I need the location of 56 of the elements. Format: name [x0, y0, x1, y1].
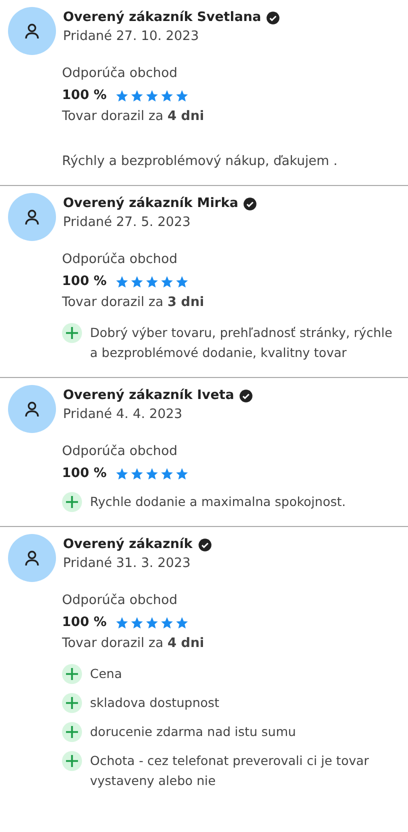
delivery-time: Tovar dorazil za 3 dni — [62, 294, 206, 312]
star-icon — [160, 616, 174, 630]
rating-percent: 100 % — [62, 615, 107, 630]
star-icon — [144, 274, 159, 288]
star-icon — [160, 274, 174, 288]
star-icon — [130, 274, 144, 288]
star-icon — [114, 616, 129, 630]
plus-icon — [62, 693, 82, 713]
rating-percent: 100 % — [62, 88, 107, 103]
star-icon — [130, 88, 144, 102]
review-date: Pridané 27. 5. 2023 — [63, 215, 192, 230]
star-icon — [114, 88, 129, 102]
star-icon — [114, 466, 129, 480]
plus-icon — [62, 751, 82, 771]
review-comment: Rýchly a bezproblémový nákup, ďakujem . — [62, 153, 338, 171]
pro-point: Cena — [90, 665, 122, 683]
star-icon — [174, 466, 189, 480]
star-icon — [174, 616, 189, 630]
star-icon — [144, 88, 159, 102]
review-date: Pridané 4. 4. 2023 — [63, 407, 184, 422]
recommend-label: Odporúča obchod — [62, 65, 178, 83]
plus-icon — [62, 664, 82, 684]
reviewer-name: Overený zákazník Iveta — [63, 388, 234, 403]
plus-icon — [62, 492, 82, 512]
user-icon — [23, 400, 41, 418]
star-icon — [144, 466, 159, 480]
user-icon — [23, 22, 41, 40]
plus-icon — [62, 323, 82, 343]
delivery-time: Tovar dorazil za 4 dni — [62, 108, 206, 126]
star-icon — [144, 616, 159, 630]
review-date: Pridané 27. 10. 2023 — [63, 29, 200, 44]
reviewer-name: Overený zákazník Svetlana — [63, 10, 262, 25]
pro-point: Dobrý výber tovaru, prehľadnosť stránky, rýchle a bezproblémové dodanie, kvalitny tovar — [90, 324, 394, 362]
rating-percent: 100 % — [62, 466, 107, 481]
pro-point: Rychle dodanie a maximalna spokojnost. — [90, 493, 346, 511]
plus-icon — [62, 722, 82, 742]
star-icon — [130, 466, 144, 480]
star-icon — [160, 466, 174, 480]
user-icon — [23, 549, 41, 567]
review-date: Pridané 31. 3. 2023 — [63, 556, 192, 571]
pro-point: Ochota - cez telefonat preverovali ci je tovar vystaveny alebo nie — [90, 752, 370, 790]
pro-point: dorucenie zdarma nad istu sumu — [90, 723, 296, 741]
reviewer-name: Overený zákazník — [63, 537, 193, 552]
reviewer-name: Overený zákazník Mirka — [63, 196, 238, 211]
star-icon — [174, 274, 189, 288]
star-icon — [114, 274, 129, 288]
user-icon — [23, 208, 41, 226]
delivery-time: Tovar dorazil za 4 dni — [62, 635, 206, 653]
pro-point: skladova dostupnost — [90, 694, 220, 712]
recommend-label: Odporúča obchod — [62, 592, 178, 610]
recommend-label: Odporúča obchod — [62, 443, 178, 461]
star-icon — [174, 88, 189, 102]
recommend-label: Odporúča obchod — [62, 251, 178, 269]
star-icon — [130, 616, 144, 630]
star-icon — [160, 88, 174, 102]
rating-percent: 100 % — [62, 274, 107, 289]
